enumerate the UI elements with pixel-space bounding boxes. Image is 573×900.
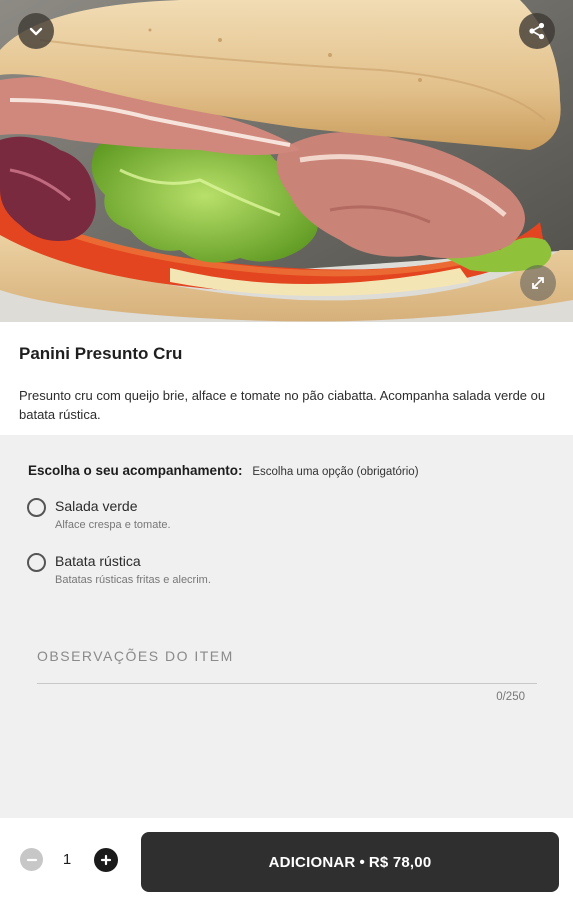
quantity-value: 1 (62, 851, 72, 868)
expand-icon (532, 277, 544, 289)
option-description: Batatas rústicas fritas e alecrim. (55, 574, 211, 586)
plus-icon (100, 854, 112, 866)
product-title: Panini Presunto Cru (19, 344, 183, 363)
decrease-quantity-button[interactable] (20, 848, 43, 871)
add-button-separator: • (359, 853, 365, 871)
expand-image-button[interactable] (520, 265, 556, 301)
add-button-price: R$ 78,00 (368, 853, 432, 871)
collapse-button[interactable] (18, 13, 54, 49)
chevron-down-icon (29, 27, 43, 36)
share-icon (529, 22, 545, 40)
order-footer: 1 ADICIONAR • R$ 78,00 (0, 818, 573, 900)
sandwich-photo (0, 0, 573, 322)
add-to-cart-button[interactable]: ADICIONAR • R$ 78,00 (141, 832, 559, 892)
option-name: Batata rústica (55, 553, 141, 569)
notes-char-counter: 0/250 (496, 691, 525, 703)
option-description: Alface crespa e tomate. (55, 519, 171, 531)
option-group-hint: Escolha uma opção (obrigatório) (252, 466, 419, 478)
option-group-label: Escolha o seu acompanhamento: (28, 463, 243, 478)
product-info: Panini Presunto Cru Presunto cru com que… (0, 322, 573, 435)
increase-quantity-button[interactable] (94, 848, 118, 872)
option-group-header: Escolha o seu acompanhamento: Escolha um… (28, 463, 419, 478)
product-description: Presunto cru com queijo brie, alface e t… (19, 388, 546, 422)
add-button-label: ADICIONAR (268, 853, 356, 871)
option-salada-verde[interactable]: Salada verde Alface crespa e tomate. (27, 497, 327, 537)
option-name: Salada verde (55, 498, 138, 514)
radio-button[interactable] (27, 498, 46, 517)
share-button[interactable] (519, 13, 555, 49)
option-batata-rustica[interactable]: Batata rústica Batatas rústicas fritas e… (27, 552, 327, 592)
radio-button[interactable] (27, 553, 46, 572)
product-image (0, 0, 573, 322)
item-notes-field[interactable]: OBSERVAÇÕES DO ITEM (37, 648, 537, 684)
options-panel: Escolha o seu acompanhamento: Escolha um… (0, 435, 573, 818)
minus-icon (26, 858, 37, 861)
